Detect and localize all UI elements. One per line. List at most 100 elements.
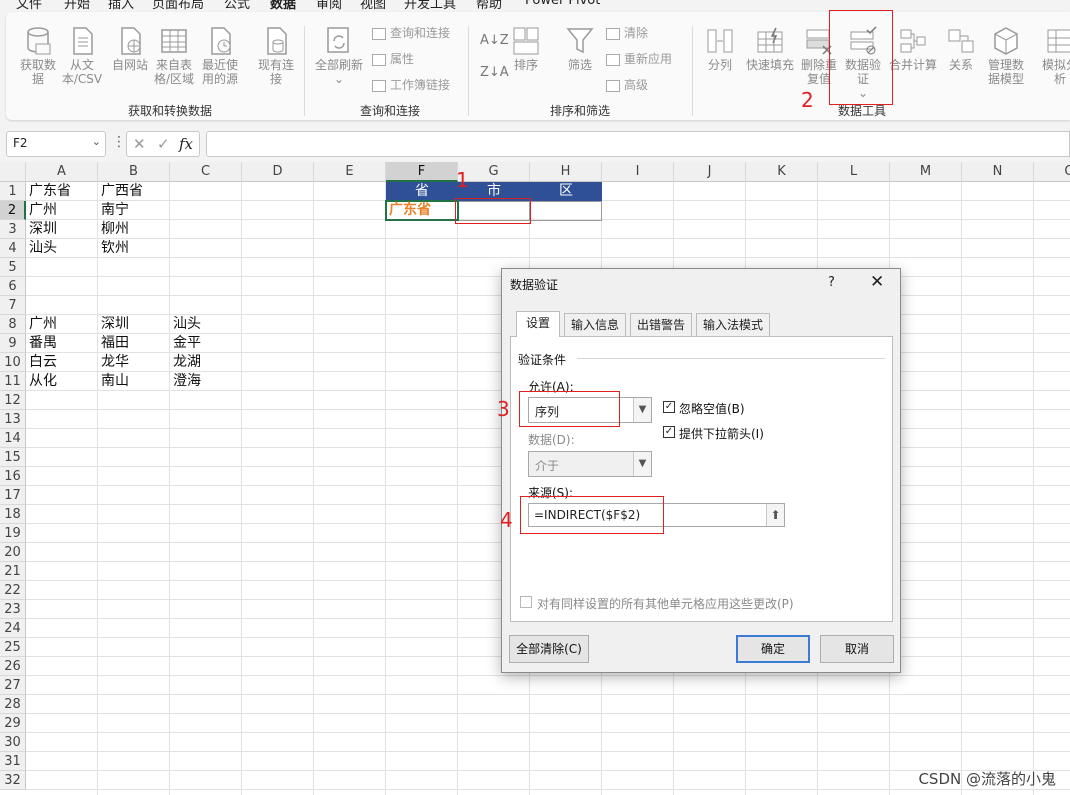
row-header[interactable]: 13 <box>0 410 26 429</box>
cell-c9[interactable]: 金平 <box>170 334 242 353</box>
row-header[interactable]: 20 <box>0 543 26 562</box>
menu-power-pivot[interactable]: Power Pivot <box>525 0 600 8</box>
chevron-down-icon[interactable]: ⌄ <box>92 135 101 148</box>
row-header[interactable]: 4 <box>0 239 26 258</box>
clear-filter-button[interactable]: 清除 <box>606 26 648 40</box>
cell-a2[interactable]: 广州 <box>26 201 98 220</box>
row-header[interactable]: 25 <box>0 638 26 657</box>
column-header[interactable]: D <box>242 162 314 182</box>
row-header[interactable]: 18 <box>0 505 26 524</box>
tab-settings[interactable]: 设置 <box>516 311 560 337</box>
data-select[interactable]: 介于 ▼ <box>528 451 652 477</box>
row-header[interactable]: 30 <box>0 733 26 752</box>
row-header[interactable]: 11 <box>0 372 26 391</box>
recent-sources-button[interactable]: 最近使用的源 <box>198 26 242 86</box>
help-icon[interactable]: ? <box>828 275 835 290</box>
apply-all-checkbox[interactable] <box>520 596 532 608</box>
column-header[interactable]: F <box>386 162 458 182</box>
ignore-blank-checkbox[interactable]: ✓ <box>663 401 675 413</box>
row-header[interactable]: 27 <box>0 676 26 695</box>
row-header[interactable]: 31 <box>0 752 26 771</box>
column-header[interactable]: H <box>530 162 602 182</box>
cell-a3[interactable]: 深圳 <box>26 220 98 239</box>
row-header[interactable]: 24 <box>0 619 26 638</box>
from-text-csv-button[interactable]: 从文本/CSV <box>60 26 104 86</box>
row-header[interactable]: 2 <box>0 201 26 220</box>
select-all-corner[interactable] <box>0 162 26 182</box>
cell-c10[interactable]: 龙湖 <box>170 353 242 372</box>
cell-a9[interactable]: 番禺 <box>26 334 98 353</box>
enter-icon[interactable]: ✓ <box>157 132 170 156</box>
column-header[interactable]: A <box>26 162 98 182</box>
column-header[interactable]: J <box>674 162 746 182</box>
cell-b8[interactable]: 深圳 <box>98 315 170 334</box>
row-header[interactable]: 17 <box>0 486 26 505</box>
row-header[interactable]: 26 <box>0 657 26 676</box>
row-header[interactable]: 22 <box>0 581 26 600</box>
existing-connections-button[interactable]: 现有连接 <box>254 26 298 86</box>
row-header[interactable]: 32 <box>0 771 26 790</box>
queries-connections-button[interactable]: 查询和连接 <box>372 26 450 40</box>
row-header[interactable]: 19 <box>0 524 26 543</box>
formula-input[interactable] <box>206 131 1070 157</box>
advanced-filter-button[interactable]: 高级 <box>606 78 648 92</box>
row-header[interactable]: 8 <box>0 315 26 334</box>
cell-c11[interactable]: 澄海 <box>170 372 242 391</box>
workbook-links-button[interactable]: 工作簿链接 <box>372 78 450 92</box>
column-header[interactable]: B <box>98 162 170 182</box>
row-header[interactable]: 12 <box>0 391 26 410</box>
cell-a10[interactable]: 白云 <box>26 353 98 372</box>
row-header[interactable]: 28 <box>0 695 26 714</box>
row-header[interactable]: 15 <box>0 448 26 467</box>
refresh-all-button[interactable]: 全部刷新 ⌄ <box>314 26 364 86</box>
get-data-button[interactable]: 获取数据 <box>16 26 60 86</box>
row-header[interactable]: 5 <box>0 258 26 277</box>
row-header[interactable]: 23 <box>0 600 26 619</box>
from-table-button[interactable]: 来自表格/区域 <box>152 26 196 86</box>
row-header[interactable]: 9 <box>0 334 26 353</box>
column-header[interactable]: K <box>746 162 818 182</box>
column-header[interactable]: O <box>1034 162 1070 182</box>
cancel-button[interactable]: 取消 <box>820 635 894 663</box>
ok-button[interactable]: 确定 <box>736 635 810 663</box>
row-header[interactable]: 29 <box>0 714 26 733</box>
column-header[interactable]: E <box>314 162 386 182</box>
cell-b1[interactable]: 广西省 <box>98 182 170 201</box>
column-header[interactable]: C <box>170 162 242 182</box>
flash-fill-button[interactable]: 快速填充 <box>744 26 796 72</box>
column-header[interactable]: N <box>962 162 1034 182</box>
cell-a4[interactable]: 汕头 <box>26 239 98 258</box>
column-header[interactable]: M <box>890 162 962 182</box>
row-header[interactable]: 6 <box>0 277 26 296</box>
name-box[interactable]: F2 ⌄ <box>6 131 106 157</box>
what-if-analysis-button[interactable]: 模拟分析 <box>1040 26 1070 86</box>
filter-button[interactable]: 筛选 <box>558 26 602 72</box>
cell-c8[interactable]: 汕头 <box>170 315 242 334</box>
cell-b11[interactable]: 南山 <box>98 372 170 391</box>
cell-f2[interactable]: 广东省 <box>386 201 458 220</box>
header-cell-h1[interactable]: 区 <box>530 182 602 201</box>
column-header[interactable]: I <box>602 162 674 182</box>
cell-a11[interactable]: 从化 <box>26 372 98 391</box>
sort-button[interactable]: 排序 <box>504 26 548 72</box>
chevron-down-icon[interactable]: ▼ <box>633 398 651 422</box>
row-header[interactable]: 10 <box>0 353 26 372</box>
cell-a8[interactable]: 广州 <box>26 315 98 334</box>
relationships-button[interactable]: 关系 <box>940 26 982 72</box>
row-header[interactable]: 7 <box>0 296 26 315</box>
in-cell-dropdown-checkbox[interactable]: ✓ <box>663 426 675 438</box>
text-to-columns-button[interactable]: 分列 <box>698 26 742 72</box>
row-header[interactable]: 1 <box>0 182 26 201</box>
cancel-icon[interactable]: ✕ <box>133 132 146 156</box>
row-header[interactable]: 21 <box>0 562 26 581</box>
properties-button[interactable]: 属性 <box>372 52 414 66</box>
tab-error-alert[interactable]: 出错警告 <box>630 313 692 337</box>
cell-b10[interactable]: 龙华 <box>98 353 170 372</box>
clear-all-button[interactable]: 全部清除(C) <box>509 635 589 663</box>
chevron-down-icon[interactable]: ▼ <box>633 452 651 476</box>
reapply-button[interactable]: 重新应用 <box>606 52 672 66</box>
row-header[interactable]: 3 <box>0 220 26 239</box>
column-header[interactable]: L <box>818 162 890 182</box>
cell-b4[interactable]: 钦州 <box>98 239 170 258</box>
row-header[interactable]: 16 <box>0 467 26 486</box>
